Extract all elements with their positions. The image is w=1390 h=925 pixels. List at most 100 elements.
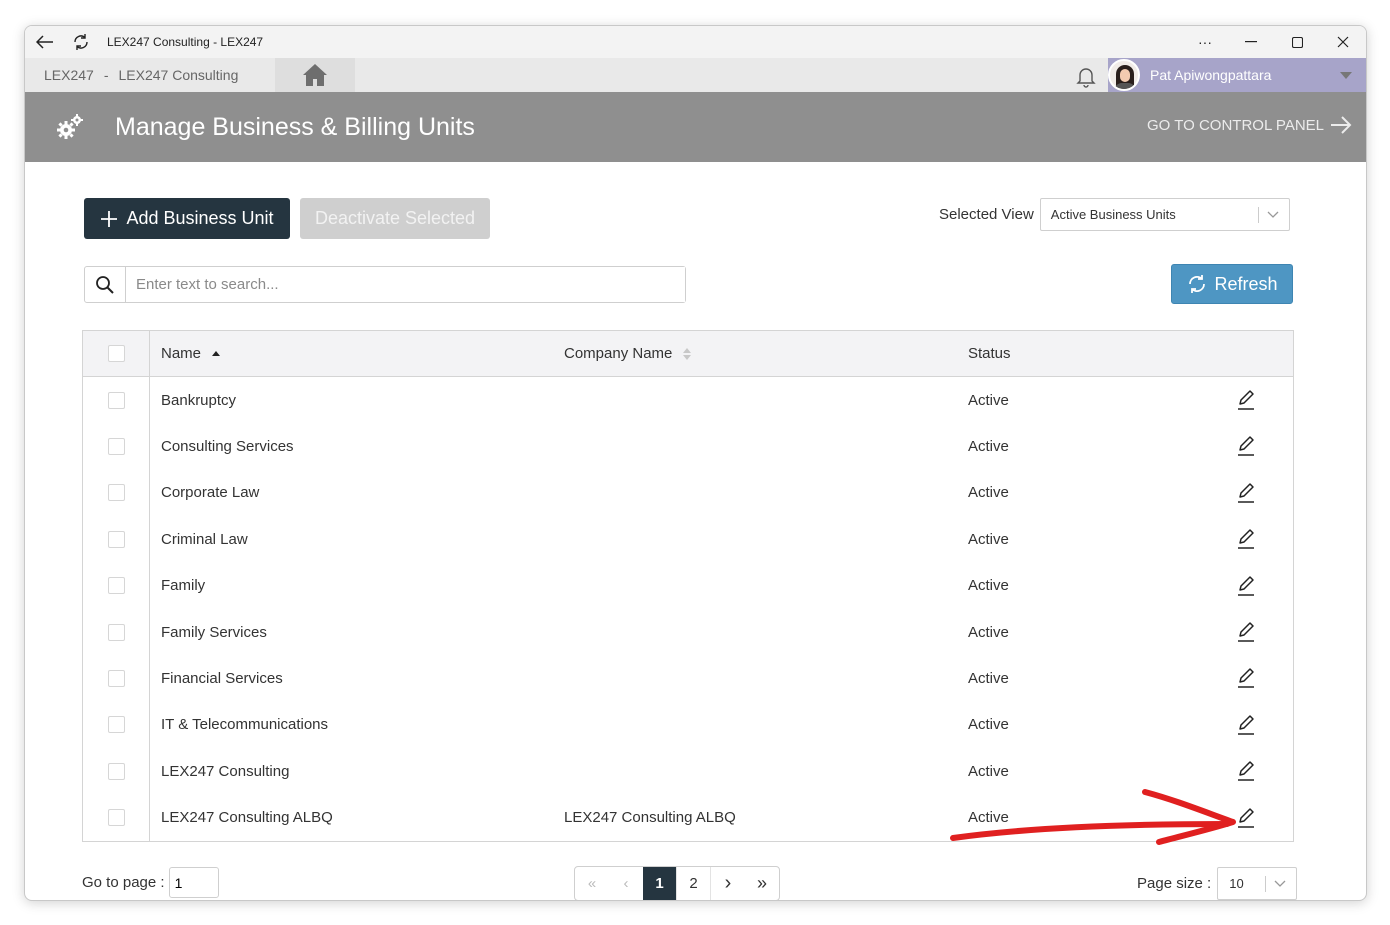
column-header-company[interactable]: Company Name bbox=[564, 345, 692, 362]
table-row[interactable]: Financial Services Active bbox=[83, 655, 1293, 702]
table-row[interactable]: Corporate Law Active bbox=[83, 469, 1293, 517]
plus-icon bbox=[101, 210, 118, 227]
cell-status: Active bbox=[968, 391, 1009, 409]
cell-name: LEX247 Consulting ALBQ bbox=[161, 809, 333, 827]
page-size: Page size : 10 bbox=[1137, 867, 1298, 900]
chevron-down-icon[interactable] bbox=[1340, 71, 1352, 79]
app-window: LEX247 Consulting - LEX247 ··· LEX247 - … bbox=[24, 25, 1367, 901]
prev-page-icon[interactable]: ‹ bbox=[609, 867, 643, 900]
add-business-unit-label: Add Business Unit bbox=[126, 208, 274, 228]
cell-name: IT & Telecommunications bbox=[161, 716, 329, 734]
cell-company: LEX247 Consulting ALBQ bbox=[564, 809, 736, 827]
sort-asc-icon bbox=[212, 350, 221, 356]
search-icon[interactable] bbox=[85, 267, 126, 302]
table-row[interactable]: Bankruptcy Active bbox=[83, 377, 1293, 424]
row-checkbox[interactable] bbox=[107, 623, 125, 641]
page-2-button[interactable]: 2 bbox=[677, 867, 711, 900]
cell-name: Financial Services bbox=[161, 670, 283, 688]
avatar bbox=[1108, 59, 1140, 91]
row-checkbox[interactable] bbox=[107, 670, 125, 688]
breadcrumb-root[interactable]: LEX247 bbox=[44, 67, 94, 83]
page-size-value: 10 bbox=[1229, 876, 1244, 891]
refresh-label: Refresh bbox=[1214, 273, 1278, 294]
row-checkbox[interactable] bbox=[107, 577, 125, 595]
cell-status: Active bbox=[968, 623, 1009, 641]
cell-name: Family Services bbox=[161, 623, 267, 641]
pagination: « ‹ 1 2 › » bbox=[574, 866, 780, 900]
row-checkbox[interactable] bbox=[107, 716, 125, 734]
edit-pencil-icon[interactable] bbox=[1236, 435, 1256, 461]
page-1-button[interactable]: 1 bbox=[643, 867, 677, 900]
breadcrumb: LEX247 - LEX247 Consulting bbox=[25, 58, 275, 92]
cell-status: Active bbox=[968, 438, 1009, 456]
table-row[interactable]: LEX247 Consulting Active bbox=[83, 748, 1293, 795]
back-arrow-icon[interactable] bbox=[27, 35, 63, 49]
cell-status: Active bbox=[968, 670, 1009, 688]
cell-name: LEX247 Consulting bbox=[161, 762, 290, 780]
search-input[interactable] bbox=[126, 267, 685, 302]
edit-pencil-icon[interactable] bbox=[1236, 667, 1256, 693]
table-header: Name Company Name Status bbox=[83, 331, 1293, 377]
cell-status: Active bbox=[968, 577, 1009, 595]
notification-bell-icon[interactable] bbox=[1074, 64, 1098, 93]
row-checkbox[interactable] bbox=[107, 809, 125, 827]
action-toolbar: Add Business Unit Deactivate Selected bbox=[84, 198, 490, 239]
breadcrumb-current[interactable]: LEX247 Consulting bbox=[119, 67, 239, 83]
edit-pencil-icon[interactable] bbox=[1236, 482, 1256, 508]
home-button[interactable] bbox=[275, 58, 355, 92]
table-row[interactable]: Consulting Services Active bbox=[83, 423, 1293, 470]
next-page-icon[interactable]: › bbox=[711, 867, 745, 900]
deactivate-selected-button[interactable]: Deactivate Selected bbox=[300, 198, 490, 239]
row-checkbox[interactable] bbox=[107, 391, 125, 409]
nav-bar: LEX247 - LEX247 Consulting Pat Apiwongpa… bbox=[25, 58, 1366, 92]
page-title: Manage Business & Billing Units bbox=[115, 112, 475, 141]
maximize-icon[interactable] bbox=[1274, 26, 1320, 58]
edit-pencil-icon[interactable] bbox=[1236, 714, 1256, 740]
selected-view-value: Active Business Units bbox=[1050, 207, 1176, 222]
user-menu[interactable]: Pat Apiwongpattara bbox=[1108, 58, 1366, 92]
table-row[interactable]: Family Services Active bbox=[83, 608, 1293, 656]
go-to-page-input[interactable] bbox=[168, 867, 219, 898]
edit-pencil-icon[interactable] bbox=[1236, 528, 1256, 554]
cell-status: Active bbox=[968, 762, 1009, 780]
column-header-name[interactable]: Name bbox=[161, 345, 221, 362]
row-checkbox[interactable] bbox=[107, 762, 125, 780]
refresh-button[interactable]: Refresh bbox=[1171, 264, 1293, 304]
select-all-checkbox[interactable] bbox=[107, 345, 125, 362]
first-page-icon[interactable]: « bbox=[575, 867, 609, 900]
table-body: Bankruptcy Active Consulting Services Activ… bbox=[83, 377, 1293, 841]
row-checkbox[interactable] bbox=[107, 438, 125, 456]
cell-status: Active bbox=[968, 530, 1009, 548]
page-header: Manage Business & Billing Units GO TO CO… bbox=[25, 92, 1366, 162]
cell-status: Active bbox=[968, 484, 1009, 502]
title-bar: LEX247 Consulting - LEX247 ··· bbox=[25, 26, 1366, 58]
minimize-icon[interactable] bbox=[1228, 26, 1274, 58]
page-size-dropdown[interactable]: 10 bbox=[1217, 867, 1298, 900]
edit-pencil-icon[interactable] bbox=[1236, 575, 1256, 601]
edit-pencil-icon[interactable] bbox=[1236, 389, 1256, 415]
close-window-icon[interactable] bbox=[1320, 26, 1366, 58]
window-title: LEX247 Consulting - LEX247 bbox=[107, 35, 264, 49]
table-row[interactable]: Family Active bbox=[83, 562, 1293, 609]
more-options-icon[interactable]: ··· bbox=[1182, 26, 1228, 58]
cell-name: Consulting Services bbox=[161, 438, 294, 456]
add-business-unit-button[interactable]: Add Business Unit bbox=[84, 198, 290, 239]
last-page-icon[interactable]: » bbox=[745, 867, 779, 900]
row-checkbox[interactable] bbox=[107, 530, 125, 548]
table-row[interactable]: LEX247 Consulting ALBQ LEX247 Consulting … bbox=[83, 794, 1293, 841]
cell-name: Criminal Law bbox=[161, 530, 248, 548]
reload-icon[interactable] bbox=[63, 33, 99, 51]
search-box bbox=[84, 266, 686, 303]
selected-view-label: Selected View bbox=[939, 206, 1034, 223]
edit-pencil-icon[interactable] bbox=[1236, 807, 1256, 833]
selected-view-dropdown[interactable]: Active Business Units bbox=[1039, 198, 1290, 231]
edit-pencil-icon[interactable] bbox=[1236, 760, 1256, 786]
go-to-control-panel-label: GO TO CONTROL PANEL bbox=[1147, 116, 1324, 134]
go-to-page: Go to page : bbox=[82, 867, 219, 898]
row-checkbox[interactable] bbox=[107, 484, 125, 502]
edit-pencil-icon[interactable] bbox=[1236, 621, 1256, 647]
go-to-control-panel-link[interactable]: GO TO CONTROL PANEL bbox=[1147, 116, 1352, 134]
breadcrumb-separator: - bbox=[103, 67, 109, 83]
table-row[interactable]: Criminal Law Active bbox=[83, 516, 1293, 563]
table-row[interactable]: IT & Telecommunications Active bbox=[83, 701, 1293, 749]
